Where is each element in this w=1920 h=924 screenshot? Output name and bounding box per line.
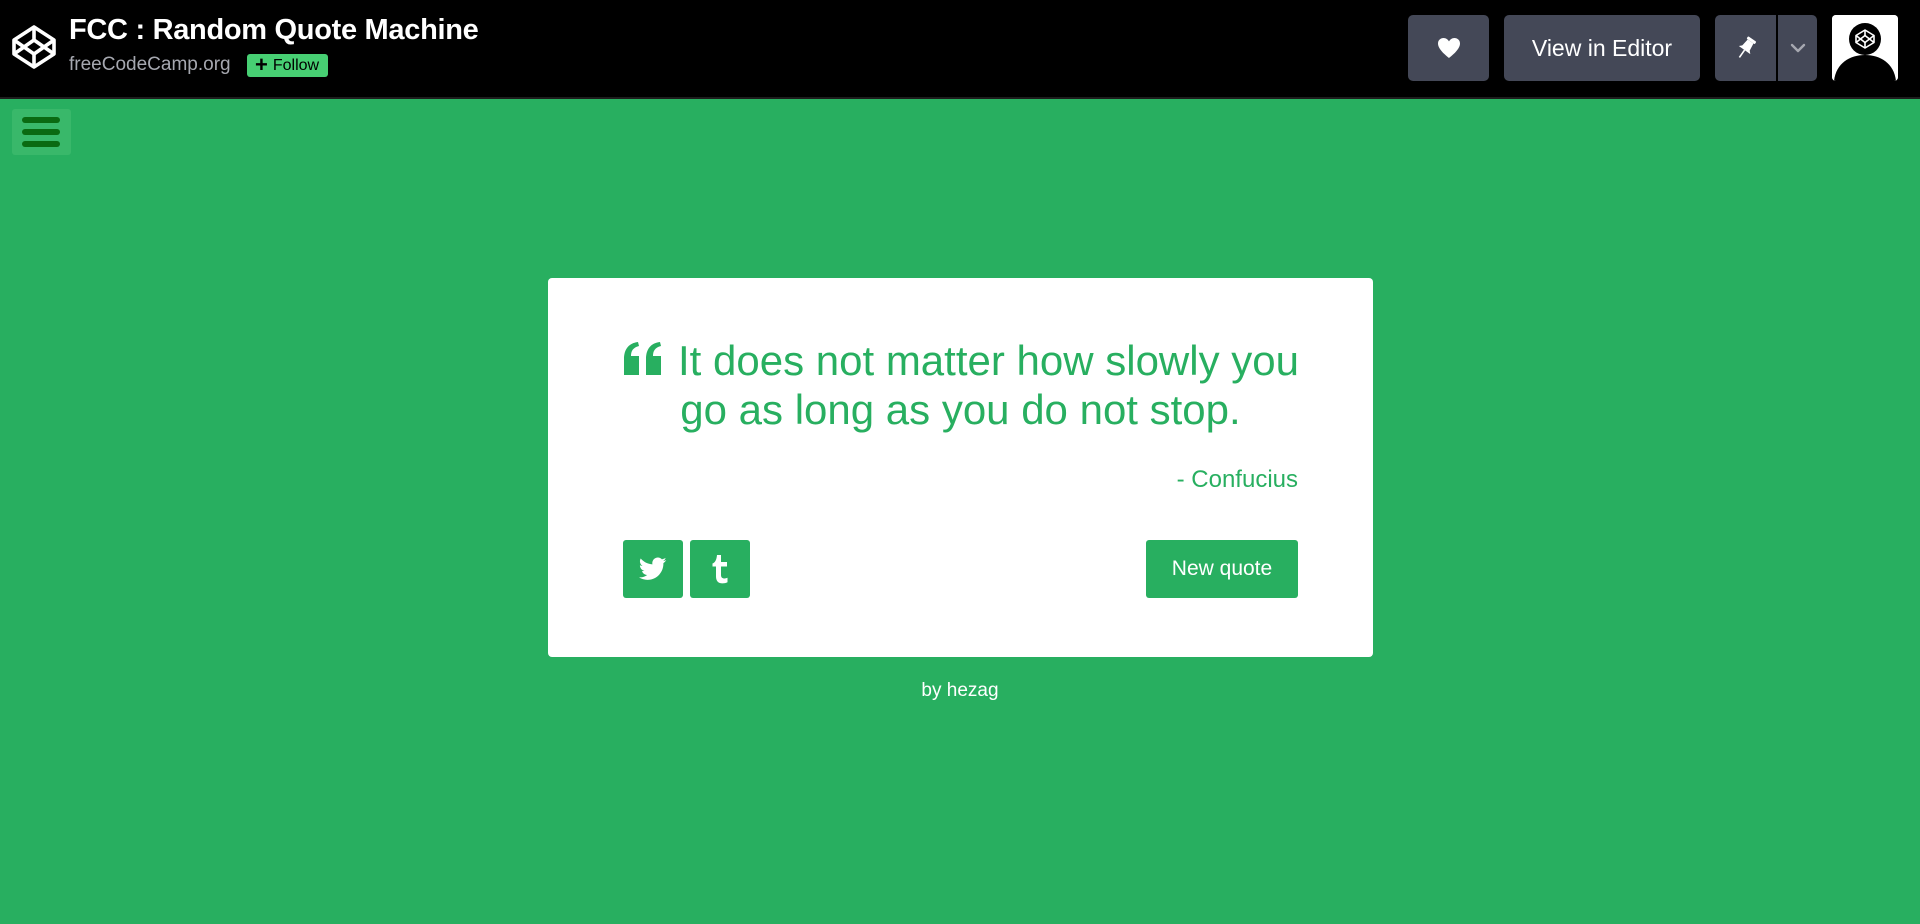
pin-icon <box>1738 36 1756 58</box>
pen-author-link[interactable]: freeCodeCamp.org <box>69 54 231 76</box>
quote-left-icon <box>624 342 662 375</box>
top-bar: FCC : Random Quote Machine freeCodeCamp.… <box>0 0 1920 99</box>
quote-box: It does not matter how slowly you go as … <box>548 278 1373 657</box>
chevron-down-icon <box>1790 43 1805 53</box>
plus-icon: + <box>255 51 268 77</box>
follow-button[interactable]: + Follow <box>247 51 329 77</box>
new-quote-button[interactable]: New quote <box>1146 540 1298 598</box>
hamburger-menu-button[interactable] <box>12 109 71 155</box>
footer-author-link[interactable]: hezag <box>947 680 999 701</box>
tumblr-quote-button[interactable] <box>690 540 750 598</box>
codepen-logo-icon[interactable] <box>10 23 58 71</box>
hamburger-bar <box>22 117 60 123</box>
pin-menu-button[interactable] <box>1778 15 1817 81</box>
view-in-editor-button[interactable]: View in Editor <box>1504 15 1700 81</box>
tweet-quote-button[interactable] <box>623 540 683 598</box>
twitter-icon <box>639 557 667 580</box>
user-avatar[interactable] <box>1832 15 1898 81</box>
new-quote-label: New quote <box>1171 557 1273 580</box>
heart-button[interactable] <box>1408 15 1489 81</box>
quote-text: It does not matter how slowly you go as … <box>678 337 1299 433</box>
footer-by-prefix: by <box>921 680 942 701</box>
quote-author: - Confucius <box>1176 466 1298 493</box>
footer-credit: by hezag <box>0 680 1920 702</box>
hamburger-bar <box>22 141 60 147</box>
view-in-editor-label: View in Editor <box>1531 34 1673 61</box>
follow-label: Follow <box>272 57 320 74</box>
pen-title: FCC : Random Quote Machine <box>69 14 479 46</box>
heart-icon <box>1437 38 1460 58</box>
avatar-image <box>1832 15 1898 81</box>
quote-text-block: It does not matter how slowly you go as … <box>608 336 1313 434</box>
pin-button[interactable] <box>1715 15 1776 81</box>
hamburger-bar <box>22 129 60 135</box>
tumblr-icon <box>712 555 728 584</box>
